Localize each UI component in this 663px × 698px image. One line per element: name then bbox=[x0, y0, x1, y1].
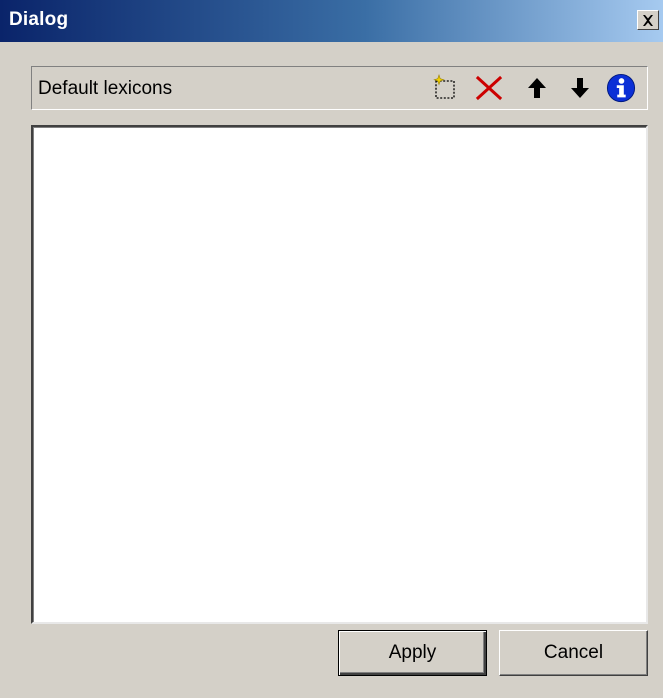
apply-button-label: Apply bbox=[388, 642, 437, 663]
move-down-button[interactable] bbox=[565, 73, 595, 103]
info-button[interactable] bbox=[606, 73, 636, 103]
dialog-window: Dialog Default lexicons Apply Cancel bbox=[0, 0, 663, 698]
red-x-icon bbox=[475, 75, 503, 101]
new-document-sparkle-icon bbox=[433, 74, 455, 99]
title-bar[interactable]: Dialog bbox=[0, 0, 663, 42]
cancel-button[interactable]: Cancel bbox=[499, 630, 648, 676]
arrow-up-icon bbox=[528, 78, 546, 98]
close-button[interactable] bbox=[637, 10, 659, 30]
cancel-button-label: Cancel bbox=[543, 642, 604, 663]
delete-lexicon-button[interactable] bbox=[474, 73, 504, 103]
lexicons-header: Default lexicons bbox=[31, 66, 648, 110]
close-icon bbox=[643, 14, 653, 26]
window-title: Dialog bbox=[9, 9, 69, 30]
move-up-button[interactable] bbox=[522, 73, 552, 103]
lexicon-list[interactable] bbox=[31, 125, 648, 624]
info-icon bbox=[606, 73, 636, 103]
arrow-down-icon bbox=[571, 78, 589, 98]
lexicons-label: Default lexicons bbox=[38, 78, 173, 99]
apply-button[interactable]: Apply bbox=[338, 630, 487, 676]
new-lexicon-button[interactable] bbox=[430, 73, 460, 103]
